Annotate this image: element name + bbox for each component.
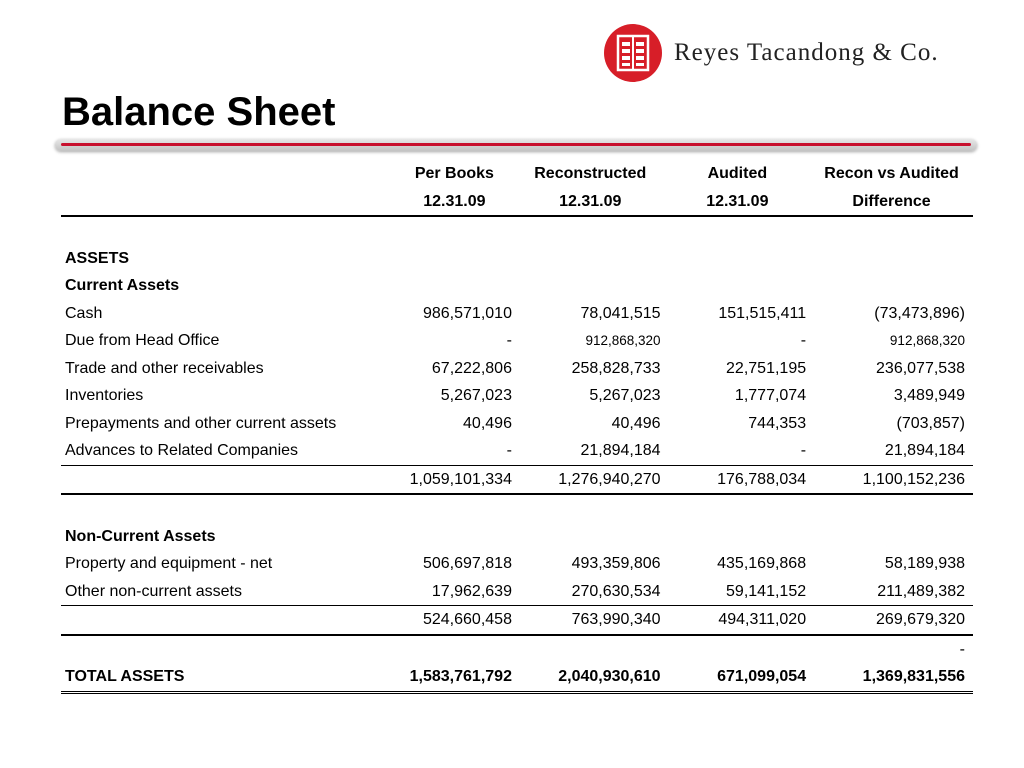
total-value: 1,369,831,556: [810, 663, 973, 694]
table-row: Inventories 5,267,023 5,267,023 1,777,07…: [61, 382, 973, 410]
row-label: Due from Head Office: [65, 332, 220, 349]
subtotal-value: 1,276,940,270: [515, 464, 665, 495]
column-subheader: 12.31.09: [515, 187, 665, 217]
dash-row: -: [61, 635, 973, 664]
row-label: Cash: [65, 304, 103, 322]
column-subheader: 12.31.09: [392, 187, 516, 217]
column-subheader: Difference: [810, 187, 973, 217]
cell-value: -: [506, 332, 512, 349]
company-logo: Reyes Tacandong & Co.: [604, 24, 939, 82]
cell-value: 151,515,411: [718, 304, 807, 322]
cell-value: 258,828,733: [571, 359, 661, 377]
cell-value: 21,894,184: [884, 442, 965, 459]
cell-value: 59,141,152: [726, 582, 807, 600]
row-label: Other non-current assets: [65, 582, 242, 600]
row-label: Trade and other receivables: [65, 359, 264, 377]
column-header: Recon vs Audited: [824, 165, 959, 182]
header-row: Per Books Reconstructed Audited Recon vs…: [61, 160, 973, 188]
cell-value: 78,041,515: [580, 304, 661, 322]
cell-value: 58,189,938: [884, 555, 965, 572]
column-header: Audited: [707, 165, 768, 182]
table-row: Prepayments and other current assets 40,…: [61, 410, 973, 438]
cell-value: 22,751,195: [726, 359, 807, 377]
table-row: Cash 986,571,010 78,041,515 151,515,411 …: [61, 300, 973, 328]
cell-value: 67,222,806: [431, 359, 512, 377]
cell-value: 5,267,023: [589, 387, 661, 404]
cell-value: 506,697,818: [422, 555, 512, 572]
subtotal-row: 1,059,101,334 1,276,940,270 176,788,034 …: [61, 464, 973, 495]
subtotal-row: 524,660,458 763,990,340 494,311,020 269,…: [61, 605, 973, 636]
table-row: Other non-current assets 17,962,639 270,…: [61, 578, 973, 606]
cell-value: 21,894,184: [580, 442, 661, 459]
cell-value: 744,353: [748, 414, 807, 432]
total-value: 1,583,761,792: [392, 663, 516, 694]
subtotal-value: 1,100,152,236: [810, 464, 973, 495]
section-heading: Non-Current Assets: [61, 523, 973, 551]
subtotal-value: 269,679,320: [810, 605, 973, 636]
company-name: Reyes Tacandong & Co.: [674, 39, 939, 66]
cell-value: 5,267,023: [440, 387, 512, 404]
cell-value: 912,868,320: [585, 333, 661, 348]
table-row: Due from Head Office - 912,868,320 - 912…: [61, 327, 973, 355]
section-label: Current Assets: [65, 277, 180, 294]
page-title: Balance Sheet: [62, 90, 336, 134]
subtotal-value: 176,788,034: [664, 464, 811, 495]
cell-value: 17,962,639: [431, 582, 512, 600]
cell-value: 493,359,806: [571, 555, 661, 572]
cell-value: 986,571,010: [422, 304, 512, 322]
cell-value: 3,489,949: [893, 387, 965, 404]
table-row: Trade and other receivables 67,222,806 2…: [61, 355, 973, 383]
cell-value: 236,077,538: [876, 359, 965, 377]
cell-value: -: [506, 442, 512, 459]
subtotal-value: 1,059,101,334: [392, 464, 516, 495]
table-row: Advances to Related Companies - 21,894,1…: [61, 437, 973, 465]
cell-value: (703,857): [896, 414, 966, 432]
total-value: 2,040,930,610: [515, 663, 665, 694]
section-label: ASSETS: [65, 249, 130, 267]
section-label: Non-Current Assets: [65, 527, 216, 545]
row-label: Property and equipment - net: [65, 555, 273, 572]
title-divider: [55, 139, 977, 151]
row-label: Prepayments and other current assets: [65, 414, 337, 432]
row-label: TOTAL ASSETS: [61, 663, 393, 694]
column-header: Per Books: [414, 165, 494, 182]
section-heading: Current Assets: [61, 272, 973, 300]
cell-value: 211,489,382: [877, 582, 965, 600]
row-label: Inventories: [65, 387, 144, 404]
cell-value: 912,868,320: [889, 333, 965, 348]
subtotal-value: 763,990,340: [515, 605, 665, 636]
header-row: 12.31.09 12.31.09 12.31.09 Difference: [61, 187, 973, 217]
cell-value: 270,630,534: [571, 582, 661, 600]
cell-value: 1,777,074: [734, 387, 807, 404]
cell-value: -: [959, 640, 965, 658]
column-subheader: 12.31.09: [664, 187, 811, 217]
table-row: Property and equipment - net 506,697,818…: [61, 550, 973, 578]
total-row: TOTAL ASSETS 1,583,761,792 2,040,930,610…: [61, 663, 973, 694]
subtotal-value: 494,311,020: [664, 605, 811, 636]
row-label: Advances to Related Companies: [65, 442, 299, 459]
cell-value: -: [800, 332, 807, 349]
cell-value: (73,473,896): [874, 304, 965, 322]
cell-value: 435,169,868: [717, 555, 807, 572]
abacus-icon: [604, 24, 662, 82]
section-heading: ASSETS: [61, 245, 973, 273]
cell-value: 40,496: [463, 414, 512, 432]
subtotal-value: 524,660,458: [392, 605, 516, 636]
cell-value: 40,496: [611, 414, 661, 432]
column-header: Reconstructed: [534, 165, 647, 182]
total-value: 671,099,054: [664, 663, 811, 694]
balance-sheet-table: Per Books Reconstructed Audited Recon vs…: [61, 160, 973, 694]
cell-value: -: [800, 442, 807, 459]
